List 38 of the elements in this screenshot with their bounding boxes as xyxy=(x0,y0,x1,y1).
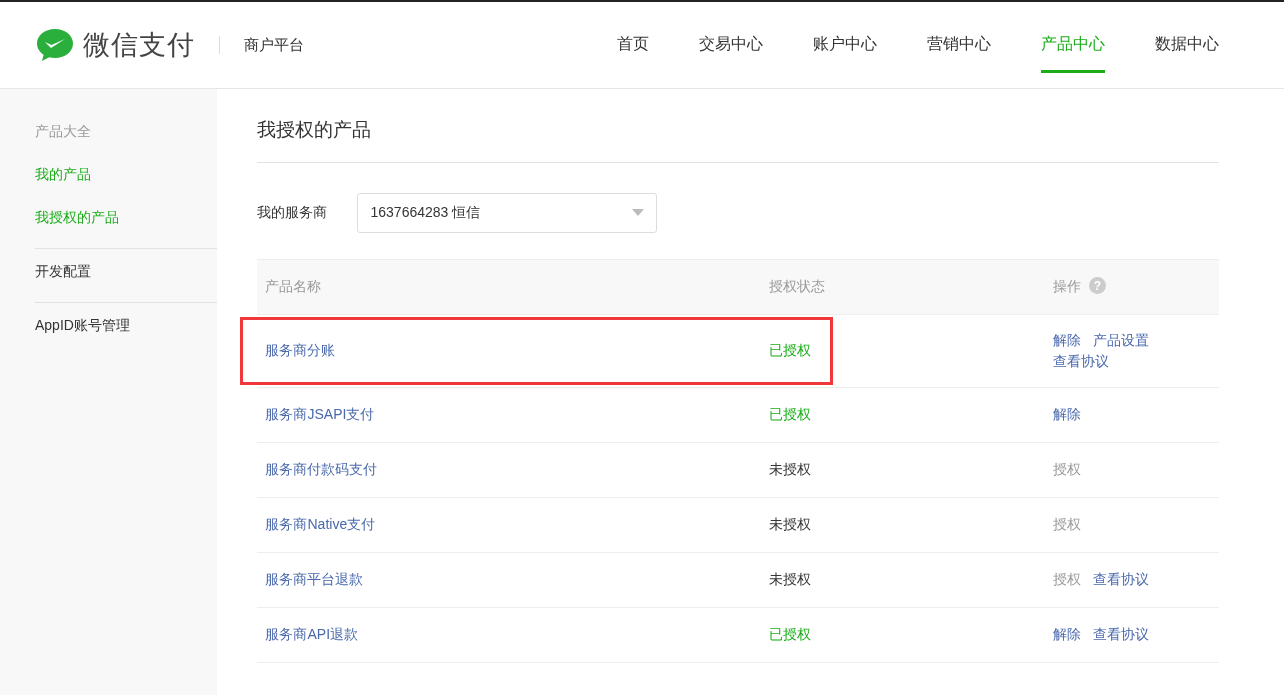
nav-tab[interactable]: 交易中心 xyxy=(699,31,763,73)
product-link[interactable]: 服务商分账 xyxy=(265,342,336,359)
action-link[interactable]: 解除 xyxy=(1053,404,1082,426)
nav-tab[interactable]: 数据中心 xyxy=(1155,31,1219,73)
nav-tab[interactable]: 营销中心 xyxy=(927,31,991,73)
field-label: 我的服务商 xyxy=(257,203,329,223)
nav-tab[interactable]: 首页 xyxy=(617,31,649,73)
provider-select[interactable]: 1637664283 恒信 xyxy=(357,192,658,233)
product-link[interactable]: 服务商Native支付 xyxy=(265,516,376,533)
auth-status: 已授权 xyxy=(769,626,812,643)
auth-status: 未授权 xyxy=(769,516,812,533)
product-link[interactable]: 服务商API退款 xyxy=(265,626,359,643)
auth-status: 已授权 xyxy=(769,342,812,359)
auth-status: 未授权 xyxy=(769,461,812,478)
auth-status: 已授权 xyxy=(769,406,812,423)
sidebar-heading: 产品大全 xyxy=(35,122,92,141)
platform-name: 商户平台 xyxy=(244,34,304,55)
column-header: 操作 xyxy=(1053,278,1082,295)
auth-status: 未授权 xyxy=(769,571,812,588)
action-link[interactable]: 解除 xyxy=(1053,329,1082,351)
action-link[interactable]: 查看协议 xyxy=(1093,624,1150,646)
column-header: 授权状态 xyxy=(769,278,826,295)
action-link[interactable]: 产品设置 xyxy=(1093,329,1150,351)
nav-tab[interactable]: 账户中心 xyxy=(813,31,877,73)
caret-icon xyxy=(632,209,645,217)
brand-name: 微信支付 xyxy=(83,28,195,62)
product-link[interactable]: 服务商JSAPI支付 xyxy=(265,406,375,423)
action-link[interactable]: 查看协议 xyxy=(1053,350,1110,372)
product-link[interactable]: 服务商付款码支付 xyxy=(265,461,378,478)
action-link[interactable]: 解除 xyxy=(1053,624,1082,646)
column-header: 产品名称 xyxy=(265,278,322,295)
sidebar-heading[interactable]: AppID账号管理 xyxy=(35,315,218,336)
sidebar-heading[interactable]: 开发配置 xyxy=(35,261,218,282)
logo-icon xyxy=(35,27,75,63)
page-title: 我授权的产品 xyxy=(257,119,1219,163)
product-link[interactable]: 服务商平台退款 xyxy=(265,571,364,588)
action-link[interactable]: 查看协议 xyxy=(1093,569,1150,591)
nav-tab[interactable]: 产品中心 xyxy=(1041,31,1105,73)
